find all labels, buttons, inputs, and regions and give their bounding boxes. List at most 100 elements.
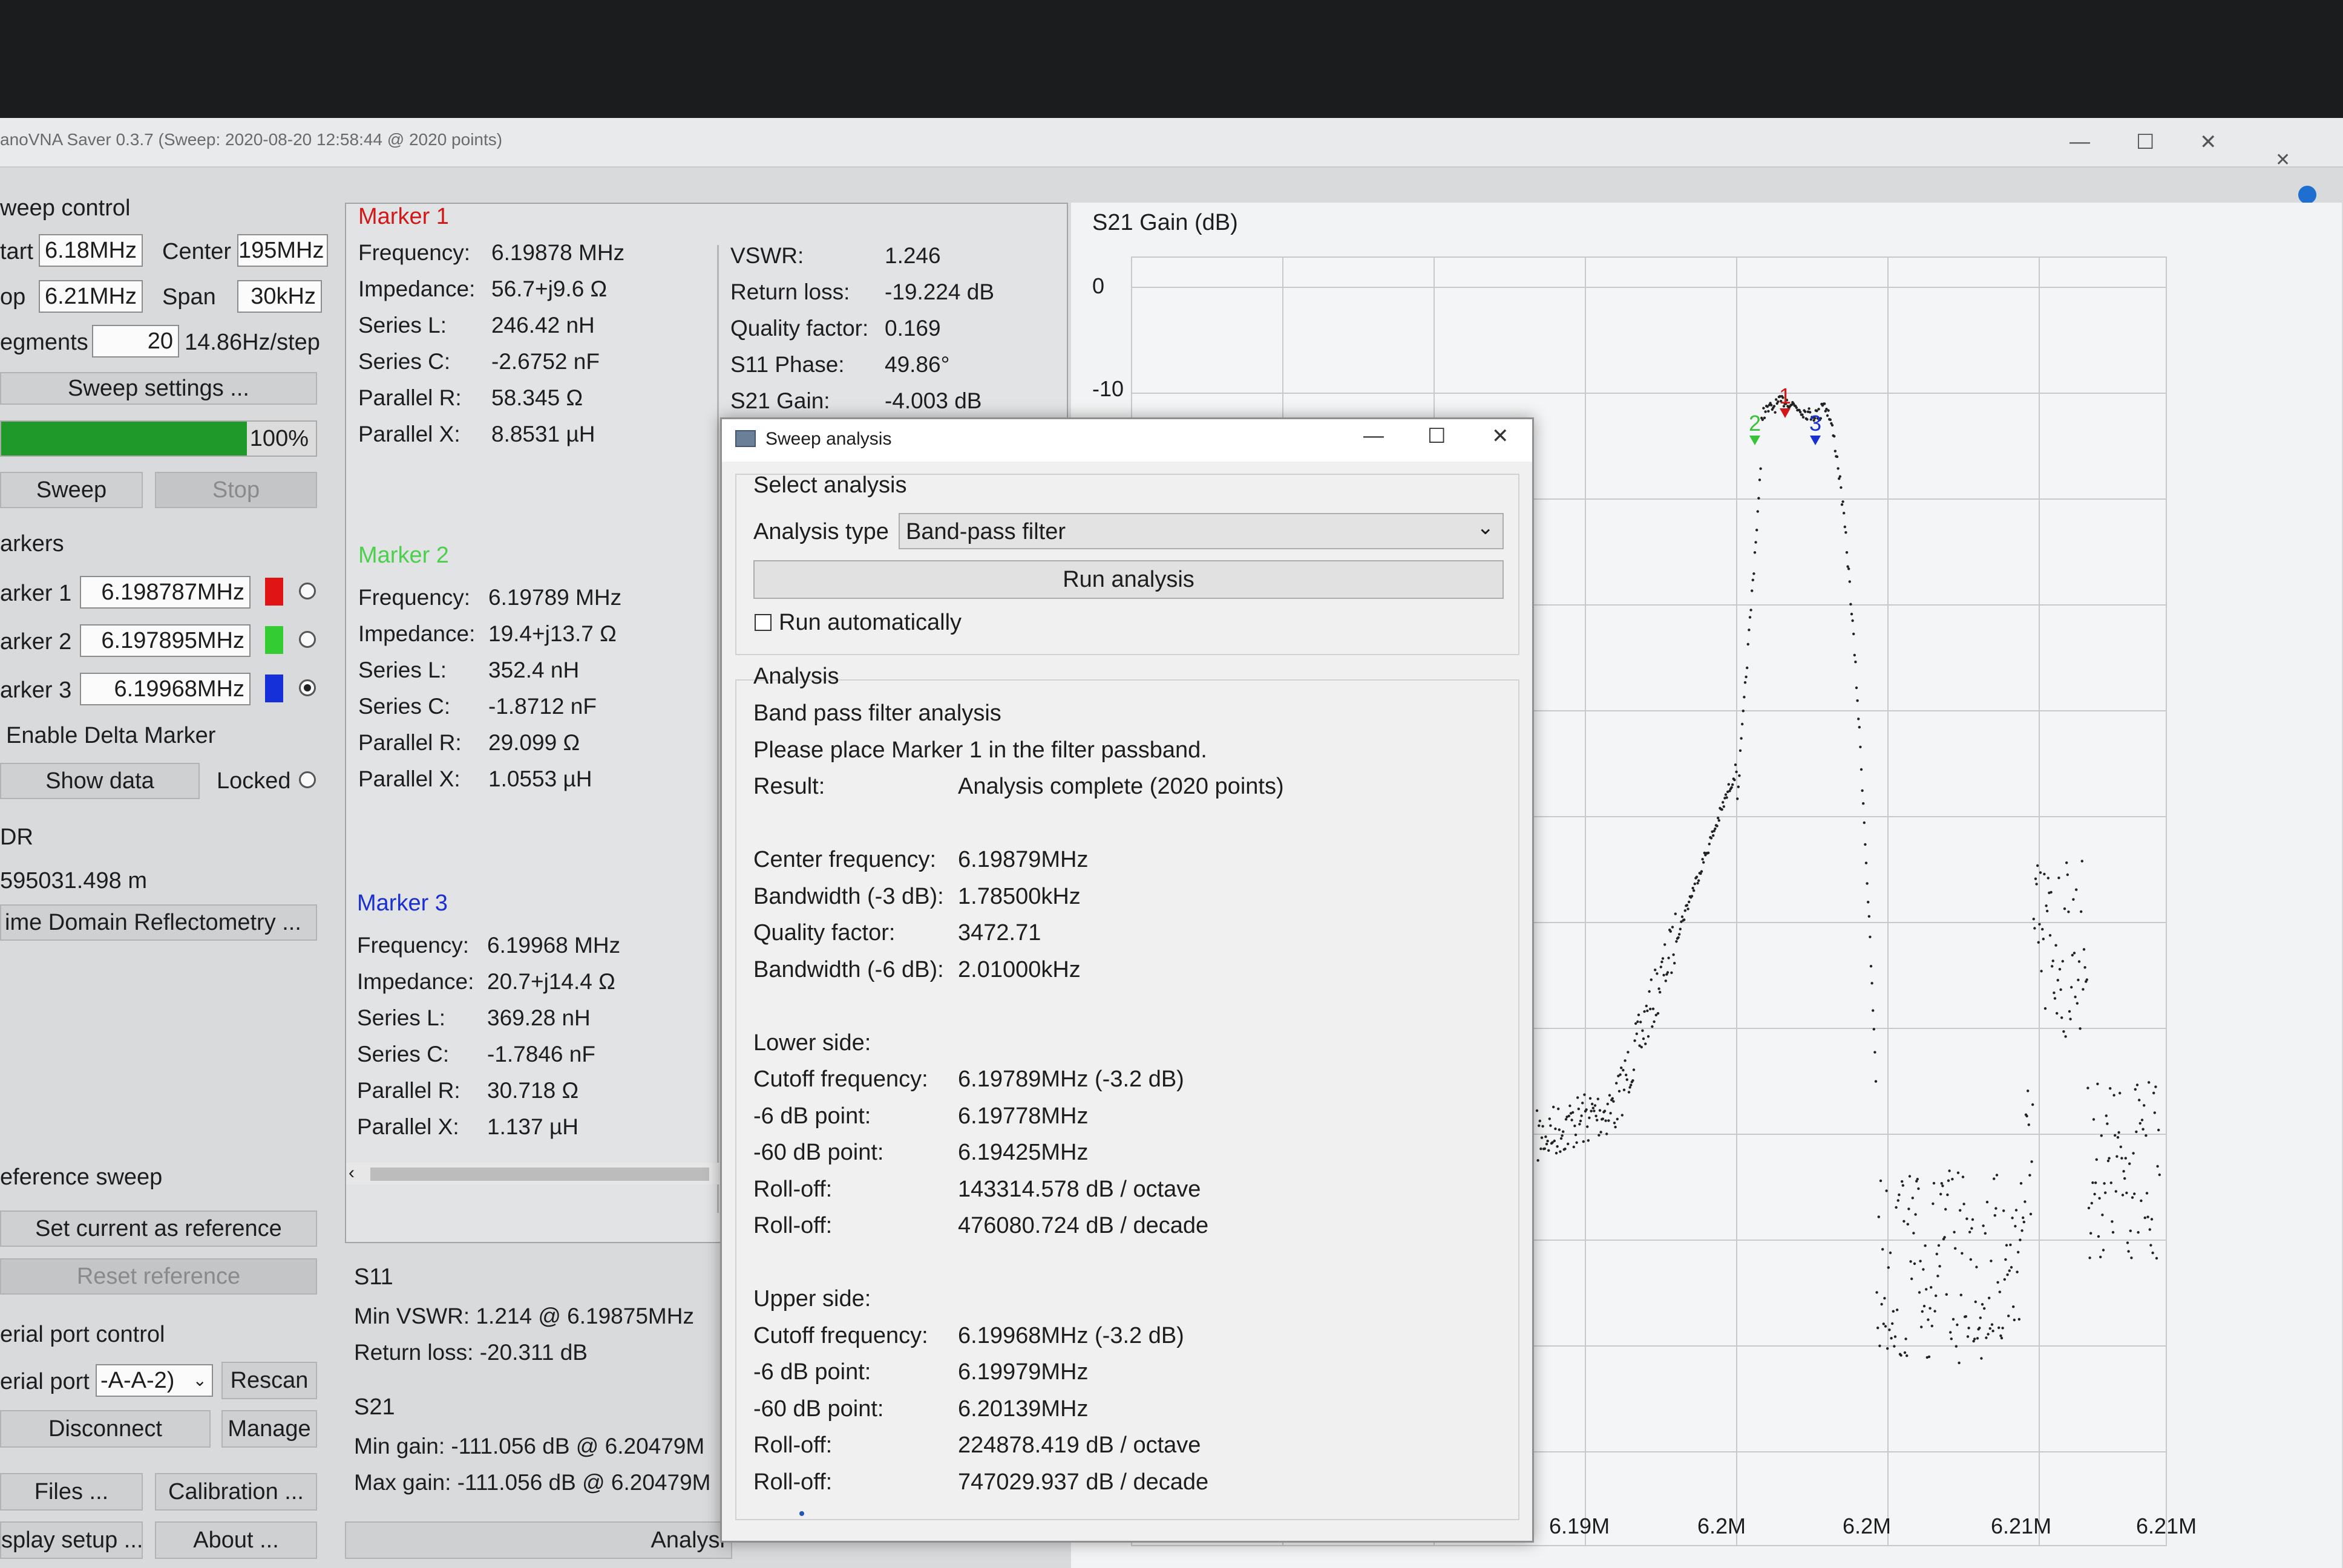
trace-point-540 bbox=[2058, 968, 2062, 971]
m2-val-1: 19.4+j13.7 Ω bbox=[488, 621, 617, 646]
trace-point-417 bbox=[1939, 1192, 1942, 1196]
locked-radio[interactable] bbox=[299, 771, 316, 788]
stop-button[interactable]: Stop bbox=[155, 472, 317, 508]
analysis-key-19: -60 dB point: bbox=[753, 1396, 884, 1422]
trace-point-426 bbox=[1948, 1169, 1951, 1172]
start-input[interactable]: 6.18MHz bbox=[39, 234, 143, 267]
analysis-button[interactable]: Analysi bbox=[345, 1521, 732, 1559]
analysis-type-select[interactable]: Band-pass filter ⌄ bbox=[899, 513, 1504, 549]
run-automatically-checkbox[interactable] bbox=[755, 614, 772, 631]
trace-point-628 bbox=[2143, 1216, 2146, 1220]
trace-point-431 bbox=[1953, 1230, 1956, 1234]
marker3-color-swatch[interactable] bbox=[265, 675, 283, 702]
trace-point-73 bbox=[1606, 1102, 1609, 1106]
trace-point-94 bbox=[1627, 1051, 1630, 1054]
marker2-color-swatch[interactable] bbox=[265, 626, 283, 654]
trace-point-624 bbox=[2140, 1199, 2143, 1203]
serial-port-select[interactable]: -A-A-2) ⌄ bbox=[96, 1364, 213, 1397]
trace-point-348 bbox=[1872, 1028, 1875, 1031]
trace-point-122 bbox=[1654, 969, 1657, 972]
trace-point-212 bbox=[1741, 722, 1744, 726]
m3-key-4: Parallel R: bbox=[357, 1078, 460, 1103]
marker3-radio[interactable] bbox=[299, 679, 316, 696]
sweep-button[interactable]: Sweep bbox=[0, 472, 143, 508]
trace-point-58 bbox=[1591, 1106, 1594, 1109]
trace-point-459 bbox=[1980, 1357, 1983, 1360]
trace-point-521 bbox=[2040, 970, 2043, 973]
trace-point-387 bbox=[1910, 1277, 1913, 1281]
trace-point-54 bbox=[1588, 1116, 1591, 1120]
trace-point-318 bbox=[1843, 525, 1846, 529]
trace-point-620 bbox=[2135, 1083, 2139, 1086]
disconnect-button[interactable]: Disconnect bbox=[0, 1410, 211, 1448]
help-icon[interactable] bbox=[2298, 186, 2316, 204]
trace-point-352 bbox=[1876, 1326, 1879, 1330]
span-input[interactable]: 30kHz bbox=[237, 280, 322, 313]
m1-val-1: 56.7+j9.6 Ω bbox=[491, 276, 608, 301]
trace-point-462 bbox=[1983, 1307, 1986, 1310]
trace-point-635 bbox=[2150, 1218, 2154, 1221]
trace-point-291 bbox=[1817, 408, 1820, 411]
run-automatically-label[interactable]: Run automatically bbox=[779, 610, 962, 636]
trace-point-143 bbox=[1674, 912, 1677, 915]
scrollbar-thumb[interactable] bbox=[370, 1168, 709, 1181]
m2-key-5: Parallel X: bbox=[358, 766, 460, 791]
trace-point-450 bbox=[1971, 1218, 1974, 1221]
trace-point-277 bbox=[1804, 410, 1807, 413]
sweep-settings-button[interactable]: Sweep settings ... bbox=[0, 372, 317, 405]
tdr-button[interactable]: ime Domain Reflectometry ... bbox=[0, 904, 317, 941]
analysis-key-0: Band pass filter analysis bbox=[753, 701, 1001, 726]
display-setup-button[interactable]: splay setup ... bbox=[0, 1521, 143, 1559]
m2-val-5: 1.0553 µH bbox=[488, 766, 592, 791]
center-input[interactable]: 195MHz bbox=[237, 234, 328, 267]
trace-point-547 bbox=[2065, 861, 2068, 864]
minimize-icon[interactable]: — bbox=[2069, 130, 2090, 154]
calibration-button[interactable]: Calibration ... bbox=[155, 1473, 317, 1511]
marker2-radio[interactable] bbox=[299, 631, 316, 648]
trace-point-12 bbox=[1547, 1149, 1550, 1152]
marker3-frequency-input[interactable]: 6.19968MHz bbox=[80, 673, 251, 705]
marker1-radio[interactable] bbox=[299, 583, 316, 599]
locked-label: Locked bbox=[217, 768, 291, 794]
delta-marker-label[interactable]: Enable Delta Marker bbox=[6, 723, 215, 749]
maximize-icon[interactable]: ☐ bbox=[2136, 130, 2154, 154]
trace-point-444 bbox=[1965, 1217, 1968, 1220]
dialog-maximize-icon[interactable]: ☐ bbox=[1427, 424, 1446, 448]
show-data-button[interactable]: Show data bbox=[0, 763, 200, 799]
trace-point-590 bbox=[2106, 1159, 2110, 1163]
m1r-key-3: S11 Phase: bbox=[730, 352, 845, 377]
trace-point-402 bbox=[1925, 1288, 1928, 1291]
files-button[interactable]: Files ... bbox=[0, 1473, 143, 1511]
trace-point-497 bbox=[2017, 1250, 2020, 1254]
outer-close-icon[interactable]: ✕ bbox=[2275, 149, 2290, 171]
marker1-color-swatch[interactable] bbox=[265, 578, 283, 606]
trace-point-523 bbox=[2042, 938, 2045, 941]
trace-point-516 bbox=[2035, 883, 2038, 886]
set-reference-button[interactable]: Set current as reference bbox=[0, 1210, 317, 1247]
reset-reference-button[interactable]: Reset reference bbox=[0, 1258, 317, 1295]
run-analysis-button[interactable]: Run analysis bbox=[753, 560, 1504, 599]
m3-key-2: Series L: bbox=[357, 1005, 446, 1030]
dialog-close-icon[interactable]: ✕ bbox=[1492, 424, 1509, 448]
about-button[interactable]: About ... bbox=[155, 1521, 317, 1559]
trace-point-202 bbox=[1731, 783, 1734, 786]
manage-button[interactable]: Manage bbox=[221, 1410, 317, 1448]
rescan-button[interactable]: Rescan bbox=[221, 1362, 317, 1399]
trace-point-223 bbox=[1751, 578, 1754, 581]
s11-min-vswr: Min VSWR: 1.214 @ 6.19875MHz bbox=[354, 1304, 694, 1328]
trace-point-93 bbox=[1625, 1078, 1628, 1081]
trace-point-313 bbox=[1838, 475, 1841, 478]
trace-point-144 bbox=[1675, 940, 1678, 943]
dialog-minimize-icon[interactable]: — bbox=[1363, 424, 1384, 448]
stop-input[interactable]: 6.21MHz bbox=[39, 280, 143, 313]
y-tick-label-0: 0 bbox=[1092, 273, 1104, 298]
marker2-frequency-input[interactable]: 6.197895MHz bbox=[80, 624, 251, 657]
analysis-type-label: Analysis type bbox=[753, 519, 889, 544]
trace-point-418 bbox=[1940, 1182, 1943, 1185]
trace-point-447 bbox=[1968, 1230, 1971, 1233]
scroll-left-icon[interactable]: ‹ bbox=[349, 1163, 355, 1183]
marker1-frequency-input[interactable]: 6.198787MHz bbox=[80, 576, 251, 609]
trace-point-204 bbox=[1733, 779, 1736, 782]
segments-input[interactable]: 20 bbox=[92, 325, 179, 358]
close-icon[interactable]: ✕ bbox=[2200, 130, 2217, 154]
